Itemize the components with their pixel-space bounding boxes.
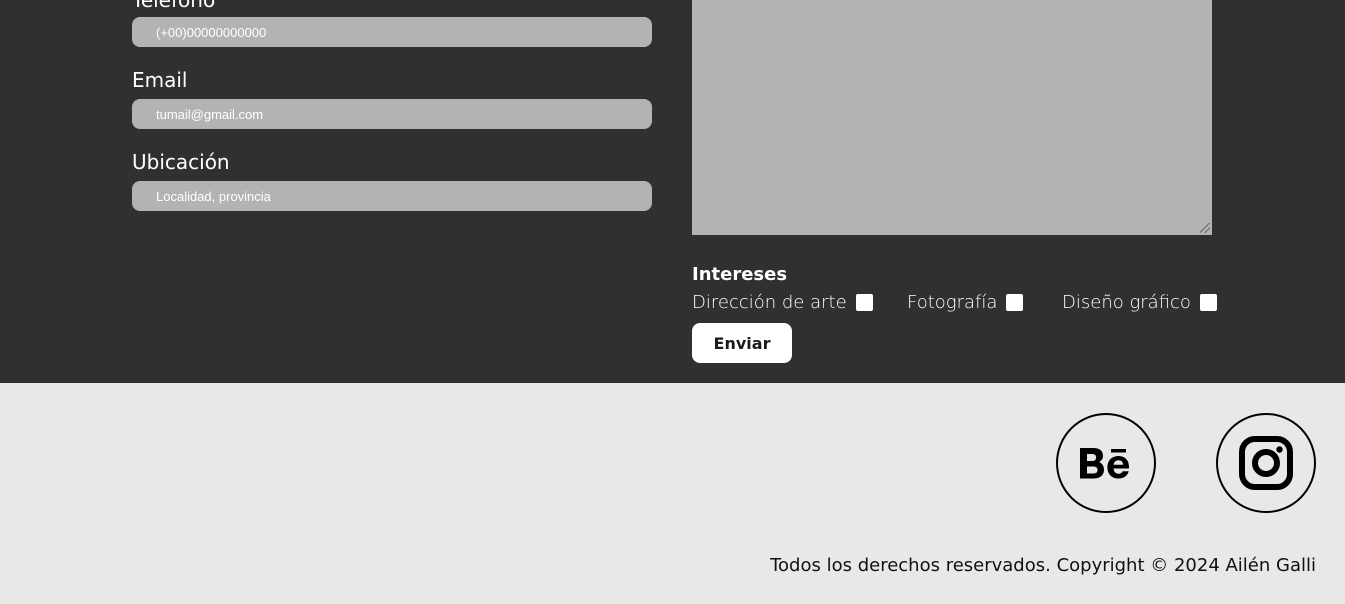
interest-label-art-direction: Dirección de arte [692, 291, 847, 313]
location-field[interactable] [132, 181, 652, 211]
behance-link[interactable] [1056, 413, 1156, 513]
phone-label: Teléfono [132, 0, 216, 12]
interest-label-photography: Fotografía [907, 291, 998, 313]
resize-handle-icon[interactable] [1200, 223, 1210, 233]
art-direction-checkbox[interactable] [855, 293, 873, 311]
photography-checkbox[interactable] [1006, 293, 1024, 311]
interest-graphic-design: Diseño gráfico [1062, 290, 1217, 314]
message-textarea[interactable] [692, 0, 1212, 235]
send-button[interactable]: Enviar [692, 323, 792, 363]
instagram-link[interactable] [1216, 413, 1316, 513]
email-field[interactable] [132, 99, 652, 129]
location-label: Ubicación [132, 150, 230, 174]
behance-icon [1080, 448, 1130, 479]
graphic-design-checkbox[interactable] [1199, 293, 1217, 311]
interest-photography: Fotografía [907, 290, 1024, 314]
interests-title: Intereses [692, 264, 788, 285]
phone-field[interactable] [132, 17, 652, 47]
copyright-text: Todos los derechos reservados. Copyright… [770, 555, 1316, 576]
interest-art-direction: Dirección de arte [692, 290, 873, 314]
email-label: Email [132, 68, 188, 92]
interest-label-graphic-design: Diseño gráfico [1062, 291, 1191, 313]
instagram-icon [1239, 436, 1293, 490]
contact-section: Teléfono Email Ubicación Intereses Direc… [0, 0, 1345, 383]
